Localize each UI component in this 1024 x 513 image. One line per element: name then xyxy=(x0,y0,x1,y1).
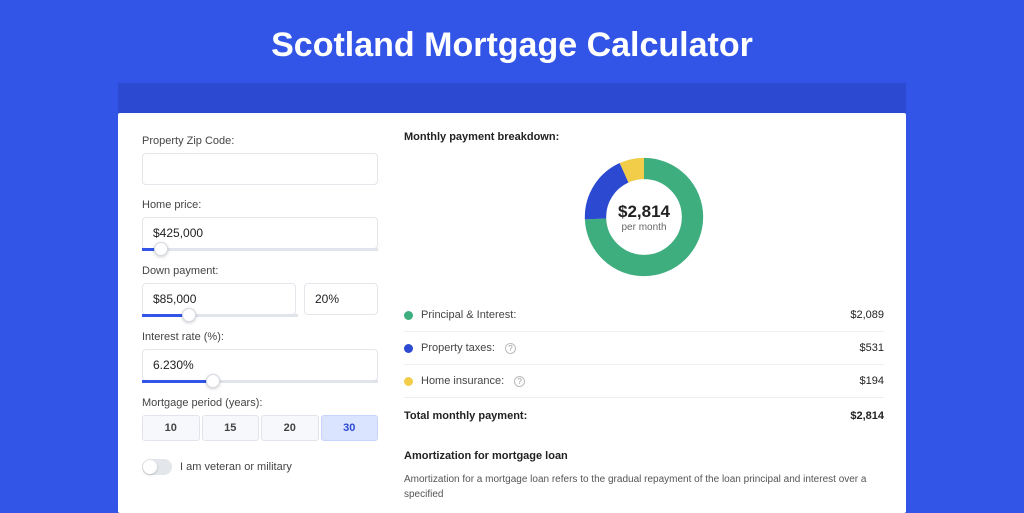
calculator-card: Property Zip Code: Home price: Down paym… xyxy=(118,113,906,513)
veteran-toggle[interactable] xyxy=(142,459,172,475)
period-field: Mortgage period (years): 10152030 xyxy=(142,397,378,441)
zip-label: Property Zip Code: xyxy=(142,135,378,147)
zip-input[interactable] xyxy=(142,153,378,185)
home-price-field: Home price: xyxy=(142,199,378,251)
legend-value: $194 xyxy=(860,375,884,387)
interest-rate-slider[interactable] xyxy=(142,380,378,383)
down-payment-pct-input[interactable] xyxy=(304,283,378,315)
down-payment-field: Down payment: xyxy=(142,265,378,317)
breakdown-title: Monthly payment breakdown: xyxy=(404,131,884,143)
period-option-10[interactable]: 10 xyxy=(142,415,200,441)
legend-label: Home insurance: xyxy=(421,375,504,387)
donut-chart: $2,814 per month xyxy=(404,153,884,281)
legend-value: $2,089 xyxy=(850,309,884,321)
total-value: $2,814 xyxy=(850,410,884,422)
period-option-15[interactable]: 15 xyxy=(202,415,260,441)
veteran-row: I am veteran or military xyxy=(142,459,378,475)
slider-thumb-icon[interactable] xyxy=(182,308,196,322)
amortization-title: Amortization for mortgage loan xyxy=(404,450,884,462)
home-price-slider[interactable] xyxy=(142,248,378,251)
legend-dot-icon xyxy=(404,311,413,320)
donut-sub: per month xyxy=(621,222,666,233)
legend-value: $531 xyxy=(860,342,884,354)
interest-rate-field: Interest rate (%): xyxy=(142,331,378,383)
form-panel: Property Zip Code: Home price: Down paym… xyxy=(118,113,398,513)
legend: Principal & Interest: $2,089 Property taxe… xyxy=(404,299,884,397)
results-panel: Monthly payment breakdown: $2,814 per mo… xyxy=(398,113,906,513)
interest-rate-input[interactable] xyxy=(142,349,378,381)
veteran-label: I am veteran or military xyxy=(180,461,292,473)
page-title: Scotland Mortgage Calculator xyxy=(0,0,1024,83)
period-option-30[interactable]: 30 xyxy=(321,415,379,441)
legend-dot-icon xyxy=(404,344,413,353)
period-option-20[interactable]: 20 xyxy=(261,415,319,441)
home-price-input[interactable] xyxy=(142,217,378,249)
down-payment-amount-input[interactable] xyxy=(142,283,296,315)
help-icon[interactable]: ? xyxy=(514,376,525,387)
total-row: Total monthly payment: $2,814 xyxy=(404,397,884,436)
zip-field: Property Zip Code: xyxy=(142,135,378,185)
slider-thumb-icon[interactable] xyxy=(206,374,220,388)
down-payment-slider[interactable] xyxy=(142,314,298,317)
header-band xyxy=(118,83,906,113)
interest-rate-label: Interest rate (%): xyxy=(142,331,378,343)
toggle-knob-icon xyxy=(143,460,157,474)
legend-row: Property taxes:? $531 xyxy=(404,331,884,364)
period-label: Mortgage period (years): xyxy=(142,397,378,409)
home-price-label: Home price: xyxy=(142,199,378,211)
down-payment-label: Down payment: xyxy=(142,265,378,277)
donut-value: $2,814 xyxy=(618,202,670,222)
amortization-text: Amortization for a mortgage loan refers … xyxy=(404,472,884,502)
period-options: 10152030 xyxy=(142,415,378,441)
help-icon[interactable]: ? xyxy=(505,343,516,354)
slider-thumb-icon[interactable] xyxy=(154,242,168,256)
legend-row: Principal & Interest: $2,089 xyxy=(404,299,884,331)
donut-center: $2,814 per month xyxy=(580,153,708,281)
legend-row: Home insurance:? $194 xyxy=(404,364,884,397)
legend-label: Principal & Interest: xyxy=(421,309,516,321)
legend-dot-icon xyxy=(404,377,413,386)
total-label: Total monthly payment: xyxy=(404,410,527,422)
legend-label: Property taxes: xyxy=(421,342,495,354)
